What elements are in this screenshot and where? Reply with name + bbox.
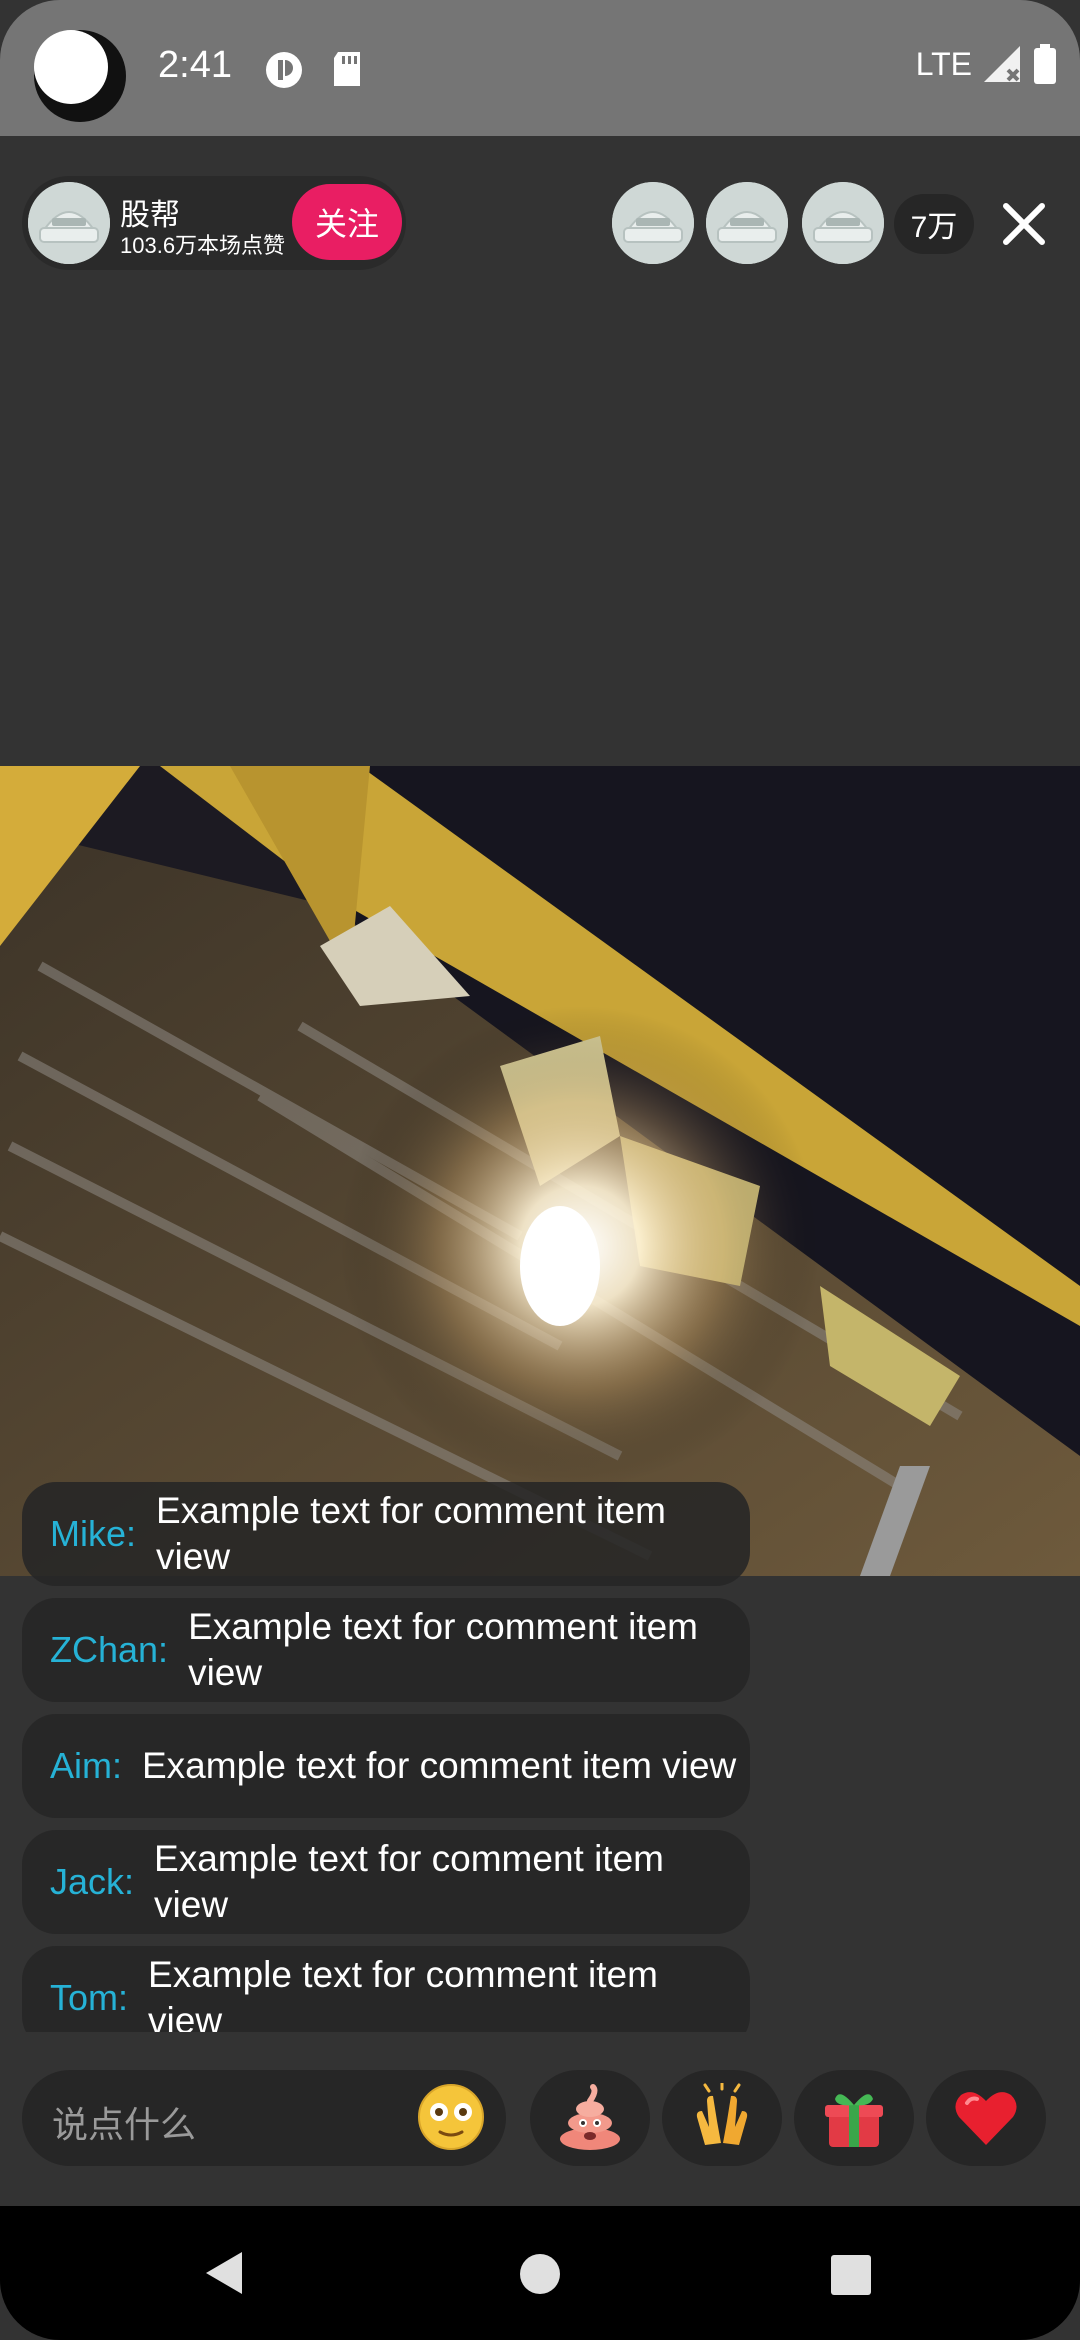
- comment-item: Aim: Example text for comment item view: [22, 1714, 750, 1818]
- viewer-count-badge[interactable]: 7万: [894, 194, 974, 254]
- host-likes-count: 103.6万本场点赞: [120, 233, 286, 258]
- like-button[interactable]: [926, 2070, 1046, 2166]
- comment-username[interactable]: Jack:: [50, 1861, 134, 1903]
- home-icon[interactable]: [518, 2252, 562, 2296]
- camera-cutout: [34, 30, 126, 122]
- comment-item: Jack: Example text for comment item view: [22, 1830, 750, 1934]
- robot-avatar-icon: [28, 182, 110, 264]
- comment-username[interactable]: Mike:: [50, 1513, 136, 1555]
- gift-icon: [825, 2094, 883, 2147]
- clapping-hands-icon: [696, 2083, 748, 2145]
- comment-item: Tom: Example text for comment item view: [22, 1946, 750, 2032]
- status-bar: 2:41 LTE: [0, 0, 1080, 136]
- host-info-card[interactable]: 股帮 103.6万本场点赞 关注: [22, 176, 406, 270]
- comment-text: Example text for comment item view: [156, 1490, 666, 1577]
- robot-avatar-icon: [802, 182, 884, 264]
- comment-username[interactable]: Aim:: [50, 1745, 122, 1787]
- live-video[interactable]: [0, 766, 1080, 1576]
- follow-button[interactable]: 关注: [292, 184, 402, 260]
- comment-text: Example text for comment item view: [188, 1606, 699, 1693]
- comment-input[interactable]: 说点什么: [22, 2070, 506, 2166]
- back-icon[interactable]: [202, 2248, 246, 2298]
- comment-item: ZChan: Example text for comment item vie…: [22, 1598, 750, 1702]
- comment-input-placeholder: 说点什么: [52, 2104, 197, 2145]
- signal-icon: [984, 46, 1020, 82]
- poop-emoji-button[interactable]: [530, 2070, 650, 2166]
- battery-icon: [1034, 44, 1056, 84]
- app-notification-icon: [266, 52, 302, 88]
- comment-text: Example text for comment item view: [148, 1954, 658, 2032]
- robot-avatar-icon: [706, 182, 788, 264]
- comment-list[interactable]: Mike: Example text for comment item view…: [22, 1482, 750, 2032]
- comment-username[interactable]: Tom:: [50, 1977, 128, 2019]
- poop-emoji-icon: [560, 2084, 620, 2150]
- recents-icon[interactable]: [830, 2254, 872, 2296]
- viewer-avatar[interactable]: [706, 182, 788, 264]
- live-room-screen: 2:41 LTE 股帮 103.6万本场点赞 关注 7万 Mike: Examp…: [0, 0, 1080, 2340]
- heart-icon: [955, 2092, 1017, 2145]
- robot-avatar-icon: [612, 182, 694, 264]
- comment-username[interactable]: ZChan:: [50, 1629, 168, 1671]
- viewer-avatar[interactable]: [612, 182, 694, 264]
- close-icon[interactable]: [996, 196, 1052, 252]
- comment-item: Mike: Example text for comment item view: [22, 1482, 750, 1586]
- navigation-bar: [0, 2206, 1080, 2340]
- status-time: 2:41: [158, 44, 232, 86]
- sd-card-icon: [334, 52, 360, 86]
- comment-text: Example text for comment item view: [154, 1838, 664, 1925]
- video-frame: [0, 766, 1080, 1576]
- emoji-picker-icon[interactable]: [416, 2082, 486, 2152]
- gift-button[interactable]: [794, 2070, 914, 2166]
- comment-text: Example text for comment item view: [142, 1745, 737, 1786]
- viewer-avatar[interactable]: [802, 182, 884, 264]
- network-type-label: LTE: [915, 45, 972, 82]
- clap-button[interactable]: [662, 2070, 782, 2166]
- host-avatar[interactable]: [28, 182, 110, 264]
